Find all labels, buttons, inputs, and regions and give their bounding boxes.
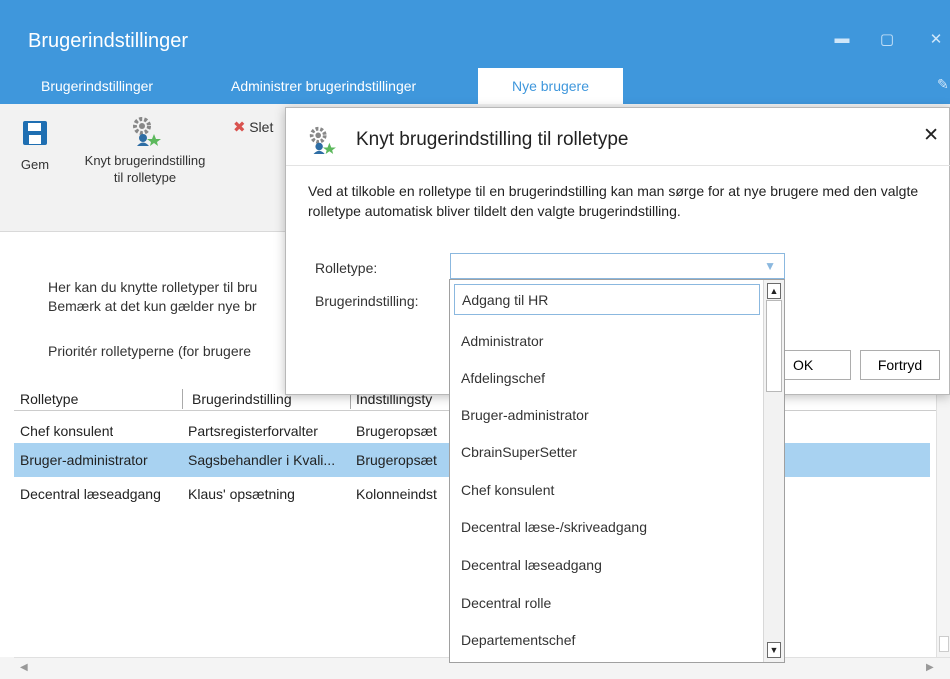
cell-type: Brugeropsæt [356, 452, 437, 468]
cancel-button[interactable]: Fortryd [860, 350, 940, 380]
tab-bar: Brugerindstillinger Administrer brugerin… [0, 68, 950, 104]
delete-label: Slet [249, 119, 274, 135]
dialog-divider [286, 165, 950, 166]
rolletype-label: Rolletype: [315, 260, 378, 276]
dropdown-item[interactable]: Decentral læseadgang [450, 546, 764, 584]
column-rolletype[interactable]: Rolletype [20, 391, 78, 407]
scroll-corner [0, 657, 14, 679]
dialog-description: Ved at tilkoble en rolletype til en brug… [308, 183, 919, 219]
intro-text-1: Her kan du knytte rolletyper til bru [48, 279, 258, 295]
cell-rolletype: Chef konsulent [20, 423, 114, 439]
maximize-button[interactable]: ▢ [877, 30, 897, 48]
save-button[interactable]: Gem [18, 116, 52, 173]
dropdown-item[interactable]: Departementschef [450, 621, 764, 659]
dialog-close-icon[interactable]: ✕ [923, 124, 939, 147]
intro-text-2: Bemærk at det kun gælder nye br [48, 298, 257, 314]
window-title: Brugerindstillinger [28, 30, 189, 52]
save-label: Gem [20, 157, 50, 172]
dropdown-item[interactable]: CbrainSuperSetter [450, 433, 764, 471]
cell-type: Brugeropsæt [356, 423, 437, 439]
priority-text: Prioritér rolletyperne (for brugere [48, 343, 252, 359]
cell-rolletype: Bruger-administrator [20, 452, 148, 468]
link-setting-label-1: Knyt brugerindstilling [84, 153, 206, 168]
tab-nye-brugere[interactable]: Nye brugere [478, 68, 623, 104]
chevron-down-icon[interactable]: ▼ [764, 259, 776, 273]
link-setting-label-2: til rolletype [113, 170, 177, 185]
rolletype-dropdown-list[interactable]: Adgang til HR Administrator Afdelingsche… [449, 279, 785, 663]
title-bar: Brugerindstillinger ▬ ▢ ✕ [0, 0, 950, 68]
cell-setting: Klaus' opsætning [188, 486, 295, 502]
scroll-down-arrow[interactable]: ▼ [767, 642, 781, 658]
scroll-down-arrow[interactable] [939, 636, 949, 652]
delete-button[interactable]: ✖ Slet [233, 119, 293, 136]
column-brugerindstilling[interactable]: Brugerindstilling [192, 391, 292, 407]
scroll-left-arrow[interactable]: ◀ [20, 662, 28, 673]
pin-icon[interactable]: ✎ [937, 76, 949, 93]
gear-user-icon [309, 126, 336, 154]
ok-button[interactable]: OK [776, 350, 851, 380]
minimize-button[interactable]: ▬ [832, 30, 852, 47]
dropdown-item[interactable]: Chef konsulent [450, 471, 764, 509]
cell-rolletype: Decentral læseadgang [20, 486, 161, 502]
dropdown-item[interactable]: Decentral læse-/skriveadgang [450, 508, 764, 546]
tab-brugerindstillinger[interactable]: Brugerindstillinger [41, 78, 153, 94]
delete-icon: ✖ [233, 119, 246, 136]
grid-vertical-scrollbar[interactable] [936, 360, 950, 660]
gear-user-icon [133, 117, 161, 146]
cell-setting: Sagsbehandler i Kvali... [188, 452, 336, 468]
scroll-up-arrow[interactable]: ▲ [767, 283, 781, 299]
brugerindstilling-label: Brugerindstilling: [315, 293, 419, 309]
dropdown-scroll-thumb[interactable] [766, 300, 782, 392]
dropdown-item[interactable]: Bruger-administrator [450, 396, 764, 434]
dropdown-item[interactable]: Decentral rolle [450, 584, 764, 622]
dropdown-item[interactable]: Adgang til HR [454, 284, 760, 315]
rolletype-combobox[interactable]: ▼ [450, 253, 785, 279]
save-icon [23, 121, 47, 145]
dropdown-item[interactable]: Administrator [450, 322, 764, 360]
tab-administrer-brugerindstillinger[interactable]: Administrer brugerindstillinger [231, 78, 416, 94]
cell-setting: Partsregisterforvalter [188, 423, 318, 439]
dropdown-scrollbar[interactable]: ▲ ▼ [763, 280, 784, 662]
cell-type: Kolonneindst [356, 486, 437, 502]
column-divider[interactable] [182, 389, 183, 409]
link-setting-button[interactable]: Knyt brugerindstilling til rolletype [64, 116, 226, 186]
scroll-right-arrow[interactable]: ▶ [926, 662, 934, 673]
dropdown-item[interactable]: Afdelingschef [450, 359, 764, 397]
dialog-title: Knyt brugerindstilling til rolletype [356, 129, 629, 150]
close-window-button[interactable]: ✕ [926, 30, 946, 48]
